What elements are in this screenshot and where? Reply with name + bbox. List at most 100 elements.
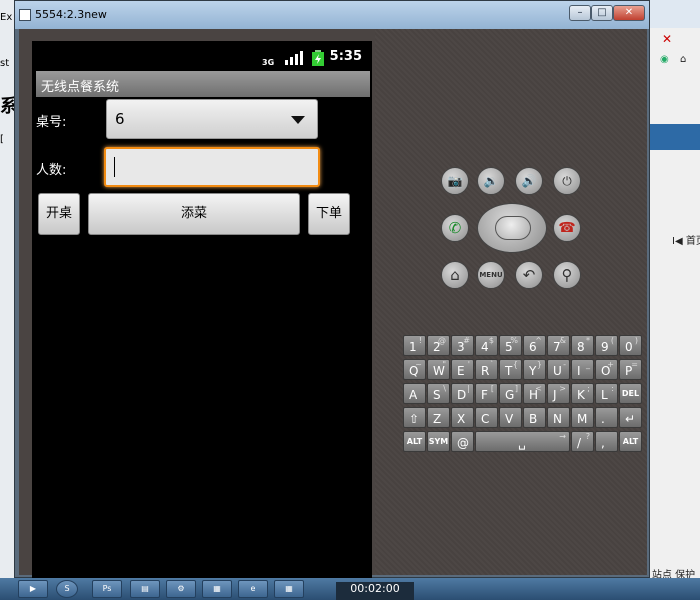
- dpad-center-button[interactable]: [495, 216, 531, 240]
- background-text: Ex: [0, 12, 13, 23]
- taskbar-item[interactable]: ▦: [274, 580, 304, 598]
- browser-icon: ◉: [660, 54, 669, 65]
- device-screen[interactable]: 3G 5:35 无线点餐系统 桌号: 6 人数: 开桌 添菜 下单: [32, 41, 372, 579]
- volume-up-button[interactable]: 🔊: [515, 167, 543, 195]
- key-n[interactable]: N: [547, 407, 570, 428]
- text-cursor: [114, 157, 115, 177]
- taskbar-item[interactable]: e: [238, 580, 268, 598]
- open-table-button[interactable]: 开桌: [38, 193, 80, 235]
- key-2[interactable]: 2 @: [427, 335, 450, 356]
- home-button[interactable]: ⌂: [441, 261, 469, 289]
- key-alt-left[interactable]: ALT: [403, 431, 426, 452]
- key-x[interactable]: X: [451, 407, 474, 428]
- status-time: 5:35: [329, 49, 362, 64]
- key-a[interactable]: A: [403, 383, 426, 404]
- key-sym[interactable]: SYM: [427, 431, 450, 452]
- taskbar-item[interactable]: ▦: [202, 580, 232, 598]
- key-comma[interactable]: ,: [595, 431, 618, 452]
- table-number-label: 桌号:: [36, 115, 67, 130]
- key-z[interactable]: Z: [427, 407, 450, 428]
- key-i[interactable]: I _: [571, 359, 594, 380]
- search-button[interactable]: ⚲: [553, 261, 581, 289]
- menu-button[interactable]: MENU: [477, 261, 505, 289]
- place-order-button[interactable]: 下单: [308, 193, 350, 235]
- key-j[interactable]: J >: [547, 383, 570, 404]
- key-4[interactable]: 4 $: [475, 335, 498, 356]
- browser-header-band: [650, 124, 700, 150]
- key-del[interactable]: DEL: [619, 383, 642, 404]
- people-count-label: 人数:: [36, 163, 67, 178]
- key-c[interactable]: C: [475, 407, 498, 428]
- close-window-button[interactable]: ✕: [613, 5, 645, 21]
- key-0[interactable]: 0): [619, 335, 642, 356]
- home-icon[interactable]: ⌂: [680, 54, 686, 65]
- key-w[interactable]: W ": [427, 359, 450, 380]
- key-u[interactable]: U-: [547, 359, 570, 380]
- volume-down-button[interactable]: 🔉: [477, 167, 505, 195]
- key-g[interactable]: G]: [499, 383, 522, 404]
- key-s[interactable]: S \: [427, 383, 450, 404]
- taskbar-item[interactable]: ⚙: [166, 580, 196, 598]
- network-label: 3G: [262, 58, 275, 67]
- signal-icon: [285, 51, 303, 65]
- call-button[interactable]: ✆: [441, 214, 469, 242]
- key-9[interactable]: 9(: [595, 335, 618, 356]
- key-k[interactable]: K;: [571, 383, 594, 404]
- key-d[interactable]: D |: [451, 383, 474, 404]
- taskbar-item[interactable]: ▤: [130, 580, 160, 598]
- key-v[interactable]: V: [499, 407, 522, 428]
- key-q[interactable]: Q ~: [403, 359, 426, 380]
- power-button[interactable]: ⏻: [553, 167, 581, 195]
- camera-button[interactable]: 📷: [441, 167, 469, 195]
- recording-timer: 00:02:00: [336, 582, 414, 600]
- emulator-controls-panel: [375, 29, 647, 575]
- key-h[interactable]: H <: [523, 383, 546, 404]
- end-call-button[interactable]: ☎: [553, 214, 581, 242]
- taskbar-item[interactable]: Ps: [92, 580, 122, 598]
- key-slash[interactable]: /?: [571, 431, 594, 452]
- taskbar-item[interactable]: ▶: [18, 580, 48, 598]
- taskbar: ▶ S Ps ▤ ⚙ ▦ e ▦ 00:02:00: [0, 578, 700, 600]
- key-enter[interactable]: ↵: [619, 407, 642, 428]
- window-title: 5554:2.3new: [35, 8, 107, 21]
- key-at[interactable]: @: [451, 431, 474, 452]
- key-f[interactable]: F[: [475, 383, 498, 404]
- key-o[interactable]: O +: [595, 359, 618, 380]
- key-6[interactable]: 6 ^: [523, 335, 546, 356]
- key-r[interactable]: R `: [475, 359, 498, 380]
- background-browser-window: ✕ ⌂ ◉ I◀ 首页 站点 保护: [650, 0, 700, 581]
- people-count-input[interactable]: [104, 147, 320, 187]
- background-text: [: [0, 134, 4, 145]
- key-7[interactable]: 7 &: [547, 335, 570, 356]
- battery-charging-icon: [312, 50, 324, 66]
- window-titlebar[interactable]: 5554:2.3new – □ ✕: [15, 1, 649, 29]
- maximize-button[interactable]: □: [591, 5, 613, 21]
- key-space[interactable]: ␣ →: [475, 431, 570, 452]
- background-left-window: Ex st 系 [: [0, 0, 18, 578]
- key-y[interactable]: Y}: [523, 359, 546, 380]
- key-b[interactable]: B: [523, 407, 546, 428]
- back-button[interactable]: ↶: [515, 261, 543, 289]
- dropdown-arrow-icon: [291, 116, 305, 124]
- key-1[interactable]: 1!: [403, 335, 426, 356]
- minimize-button[interactable]: –: [569, 5, 591, 21]
- key-5[interactable]: 5%: [499, 335, 522, 356]
- key-8[interactable]: 8 *: [571, 335, 594, 356]
- dpad[interactable]: [477, 203, 547, 253]
- key-m[interactable]: M: [571, 407, 594, 428]
- taskbar-item[interactable]: S: [56, 580, 78, 598]
- key-3[interactable]: 3 #: [451, 335, 474, 356]
- key-period[interactable]: .: [595, 407, 618, 428]
- first-page-link[interactable]: I◀ 首页: [672, 232, 700, 247]
- table-number-spinner[interactable]: 6: [106, 99, 318, 139]
- key-alt-right[interactable]: ALT: [619, 431, 642, 452]
- key-l[interactable]: L:: [595, 383, 618, 404]
- key-p[interactable]: P =: [619, 359, 642, 380]
- add-dish-button[interactable]: 添菜: [88, 193, 300, 235]
- key-t[interactable]: T{: [499, 359, 522, 380]
- close-icon[interactable]: ✕: [662, 32, 672, 46]
- background-text: st: [0, 58, 10, 69]
- key-shift[interactable]: ⇧: [403, 407, 426, 428]
- app-title: 无线点餐系统: [41, 80, 120, 95]
- key-e[interactable]: E ': [451, 359, 474, 380]
